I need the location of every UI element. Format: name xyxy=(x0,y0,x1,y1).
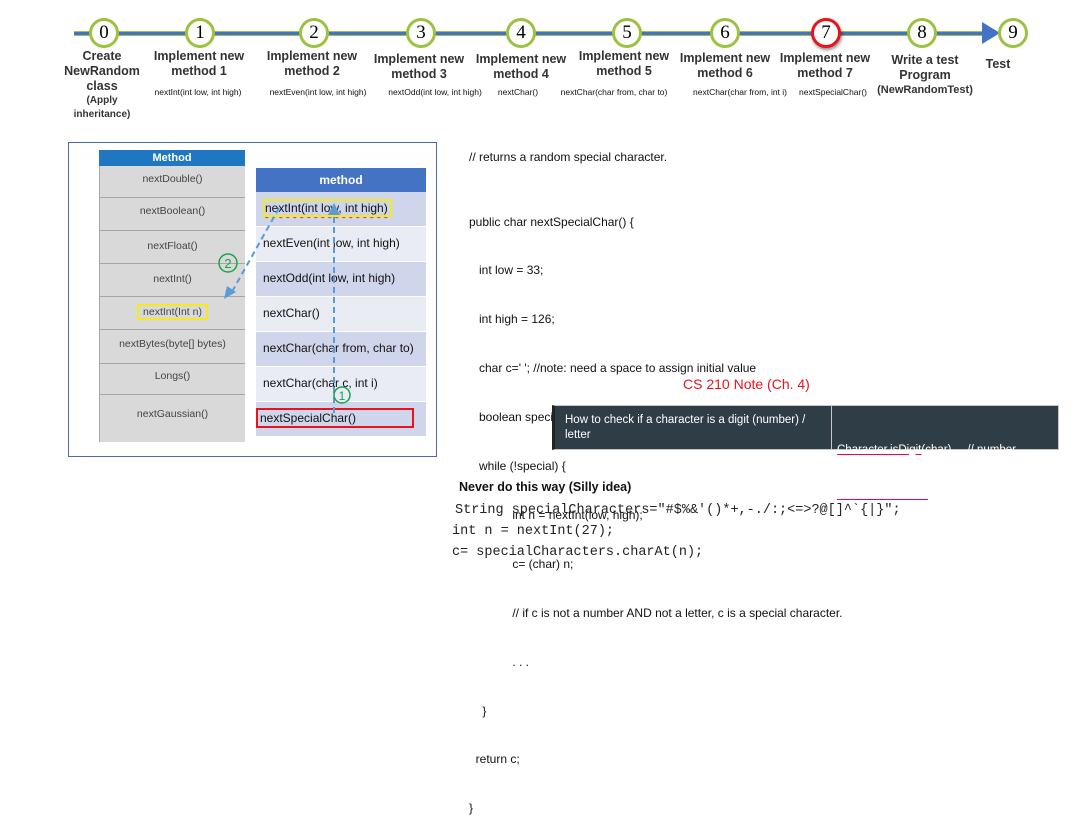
code-line: while (!special) { xyxy=(469,459,566,474)
code-line: public char nextSpecialChar() { xyxy=(469,214,634,229)
note-table: How to check if a character is a digit (… xyxy=(552,405,1059,501)
code-line: . . . xyxy=(469,654,530,669)
isletter-code: Character.isLetter xyxy=(837,489,928,501)
step-label-1: Implement new method 1 xyxy=(153,49,245,78)
code-line: return c; xyxy=(469,752,520,767)
step-label-7: Implement new method 7 xyxy=(779,51,871,80)
step-label-6: Implement new method 6 xyxy=(679,51,771,80)
step-circle-0: 0 xyxy=(89,18,119,48)
step-circle-4: 4 xyxy=(506,18,536,48)
step-method-5: nextChar(char from, char to) xyxy=(560,87,668,97)
step-circle-9: 9 xyxy=(998,18,1028,48)
silly-code-line: String specialCharacters="#$%&'()*+,-./:… xyxy=(455,503,901,518)
code-line: // if c is not a number AND not a letter… xyxy=(469,605,843,620)
step-subtitle-0: (Apply inheritance) xyxy=(73,95,131,120)
step-label-3: Implement new method 3 xyxy=(373,52,465,81)
arrow-2-line xyxy=(232,207,280,291)
note-answer-digit: Character.isDigit(char) // number xyxy=(837,443,1016,458)
step-label-5: Implement new method 5 xyxy=(578,49,670,78)
code-line: } xyxy=(469,801,474,816)
code-line: } xyxy=(469,703,487,718)
step-label-0: Create NewRandom class (Apply inheritanc… xyxy=(62,49,142,122)
note-divider xyxy=(831,406,832,449)
isletter-comment: (char) // letter xyxy=(927,489,1000,501)
note-answer-letter: Character.isLetter(char) // letter xyxy=(837,488,1016,503)
step-label-9: Test xyxy=(985,57,1011,71)
silly-idea-title: Never do this way (Silly idea) xyxy=(459,480,632,494)
note-question: How to check if a character is a digit (… xyxy=(565,414,806,441)
silly-code-line: int n = nextInt(27); xyxy=(452,524,615,539)
arrow-1-head-icon xyxy=(328,203,340,215)
code-comment: // returns a random special character. xyxy=(469,150,668,164)
code-line: int low = 33; xyxy=(469,263,544,278)
note-title: CS 210 Note (Ch. 4) xyxy=(683,376,810,392)
isdigit-comment: (char) // number xyxy=(921,444,1016,456)
step-method-8: (NewRandomTest) xyxy=(877,84,973,96)
step-circle-5: 5 xyxy=(612,18,642,48)
annotation-1-label: 1 xyxy=(339,389,346,403)
call-arrows: 1 2 xyxy=(218,203,351,413)
isdigit-code: Character.isDigit xyxy=(837,444,922,456)
step-label-2: Implement new method 2 xyxy=(266,49,358,78)
silly-code-line: c= specialCharacters.charAt(n); xyxy=(452,545,704,560)
step-circle-2: 2 xyxy=(299,18,329,48)
method-diagram: Method nextDouble() nextBoolean() nextFl… xyxy=(68,142,437,457)
step-circle-3: 3 xyxy=(406,18,436,48)
code-line: char c=' '; //note: need a space to assi… xyxy=(469,361,757,376)
step-circle-6: 6 xyxy=(710,18,740,48)
step-circle-1: 1 xyxy=(185,18,215,48)
step-circle-7-active: 7 xyxy=(811,18,841,48)
step-method-1: nextInt(int low, int high) xyxy=(154,87,242,97)
step-circle-8: 8 xyxy=(907,18,937,48)
step-label-4: Implement new method 4 xyxy=(475,52,567,81)
annotation-2-label: 2 xyxy=(224,256,231,271)
code-line: int high = 126; xyxy=(469,312,555,327)
step-label-8: Write a test Program xyxy=(891,53,959,82)
